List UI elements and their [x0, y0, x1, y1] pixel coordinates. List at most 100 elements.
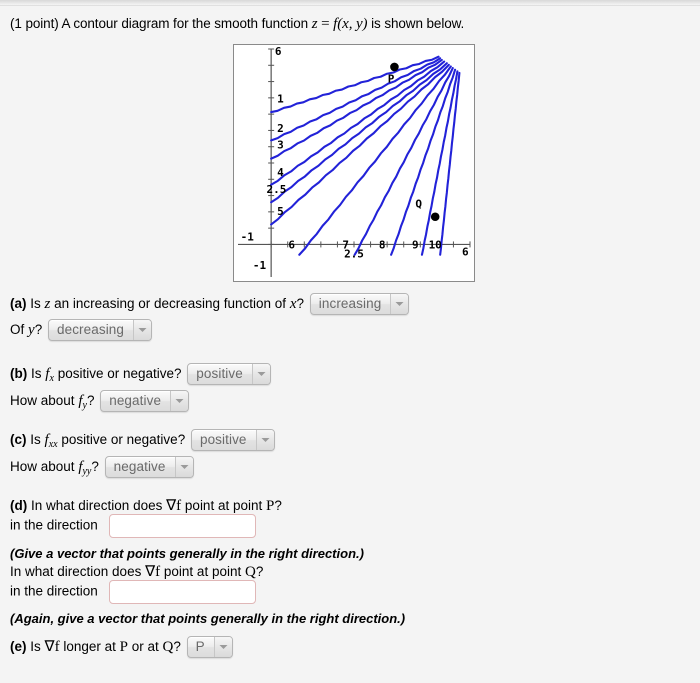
- chevron-down-icon: [255, 430, 274, 451]
- question-a-var-z: z: [44, 296, 51, 312]
- contour-label-9: 9: [412, 238, 419, 251]
- contour-label-8: 8: [379, 238, 386, 251]
- contour-label-2.5: 2.5: [267, 183, 287, 196]
- question-d-text1-mid: point at point: [184, 498, 263, 513]
- select-b-fy-value: negative: [109, 393, 162, 409]
- select-c-fyy-value: negative: [113, 459, 166, 475]
- question-d-qmark1: ?: [274, 498, 282, 513]
- question-d-text2-pre: In what direction does: [10, 564, 142, 579]
- contour-line-2: [270, 57, 442, 142]
- plot-point-label-Q: Q: [415, 198, 422, 211]
- question-b-line1: (b) Is fx positive or negative? positive: [10, 363, 273, 390]
- question-e-text-pre: Is: [30, 639, 41, 654]
- contour-line-9: [420, 70, 459, 256]
- question-b-text1-pre: Is: [31, 366, 42, 381]
- contour-label-3: 3: [277, 138, 284, 151]
- select-a-y-direction[interactable]: decreasing: [47, 319, 153, 342]
- question-d-label: (d): [10, 498, 28, 513]
- question-b-fx-sub: x: [49, 372, 54, 384]
- question-d-answer1-row: in the direction: [10, 514, 256, 538]
- chevron-down-icon: [213, 637, 232, 658]
- question-c-qmark: ?: [91, 459, 99, 474]
- question-c-line1: (c) Is fxx positive or negative? positiv…: [10, 429, 277, 456]
- contour-label-4: 4: [277, 166, 284, 179]
- points-label: (1 point): [10, 16, 59, 31]
- contour-line-7: [353, 67, 454, 256]
- question-d-text1-pre: In what direction does: [31, 498, 163, 513]
- question-b-text2-pre: How about: [10, 393, 75, 408]
- select-a-y-value: decreasing: [56, 322, 125, 338]
- prompt-text-after: is shown below.: [371, 16, 465, 31]
- direction-input-q[interactable]: [108, 580, 256, 604]
- question-e-point-p: P: [119, 639, 128, 655]
- question-a-var-y: y: [28, 322, 35, 338]
- contour-plot-svg: -12.5 66-112342.556 7 8 9 10PQ: [238, 45, 471, 277]
- gradient-symbol-e: ∇f: [44, 639, 60, 655]
- chevron-down-icon: [133, 320, 152, 341]
- contour-label-6: 6: [288, 238, 295, 251]
- chevron-down-icon: [170, 391, 189, 412]
- question-d-answer2-row: in the direction: [10, 580, 256, 604]
- direction-label-1: in the direction: [10, 517, 98, 533]
- select-c-fxx-sign[interactable]: positive: [190, 429, 275, 452]
- question-d-qmark2: ?: [255, 564, 264, 579]
- question-a-var-x: x: [289, 296, 297, 312]
- question-a-text1-post: an increasing or decreasing function of: [54, 296, 287, 311]
- question-a-text2-pre: Of: [10, 322, 25, 337]
- question-b-label: (b): [10, 366, 28, 381]
- question-a-qmark: ?: [296, 296, 305, 311]
- contour-label-7: 7: [342, 238, 349, 251]
- question-b-line2: How about fy? negative: [10, 390, 191, 417]
- plot-point-label-P: P: [388, 73, 395, 86]
- select-e-value: P: [195, 639, 205, 655]
- formula-z: z: [311, 16, 318, 32]
- y-axis-label-max: 6: [275, 45, 282, 58]
- question-e-text-or: or at: [131, 639, 159, 654]
- contour-label-1: 1: [277, 93, 284, 106]
- select-c-fxx-value: positive: [199, 432, 247, 448]
- gradient-symbol-q: ∇f: [145, 564, 161, 580]
- direction-label-2: in the direction: [10, 583, 98, 599]
- plot-point-Q: [430, 212, 440, 222]
- formula-equals: =: [321, 16, 330, 32]
- gradient-symbol-p: ∇f: [166, 498, 182, 514]
- select-b-fy-sign[interactable]: negative: [100, 390, 190, 413]
- contour-line-8: [390, 68, 457, 256]
- contour-diagram: -1 2.5 6 6 -1 1 2 3 4 2.5 5 6 7 8 9 10 P Q: [233, 44, 475, 282]
- direction-input-p[interactable]: [108, 514, 256, 538]
- question-c-fxx-sub: xx: [48, 438, 58, 450]
- plot-point-P: [390, 62, 399, 72]
- question-e-qmark: ?: [173, 639, 181, 654]
- select-b-fx-value: positive: [196, 366, 243, 382]
- question-a-qmark2: ?: [34, 322, 43, 337]
- problem-statement: (1 point) A contour diagram for the smoo…: [10, 16, 464, 33]
- prompt-text-before: A contour diagram for the smooth functio…: [61, 16, 309, 31]
- formula-args: (x, y): [337, 16, 368, 32]
- question-c-line2: How about fyy? negative: [10, 456, 196, 483]
- select-b-fx-sign[interactable]: positive: [187, 363, 271, 386]
- question-a-text1-pre: Is: [30, 296, 41, 311]
- select-e-longer-point[interactable]: P: [186, 636, 233, 659]
- question-a-line2: Of y? decreasing: [10, 319, 154, 342]
- question-d-note2: (Again, give a vector that points genera…: [10, 611, 406, 626]
- question-d-text2-mid: point at point: [163, 564, 242, 579]
- select-c-fyy-sign[interactable]: negative: [104, 456, 194, 479]
- question-b-qmark: ?: [86, 393, 95, 408]
- select-a-x-value: increasing: [318, 296, 382, 312]
- question-a-label: (a): [10, 296, 27, 311]
- question-e-text-mid: longer at: [63, 639, 116, 654]
- contour-label-5: 5: [277, 205, 284, 218]
- x-axis-label-max: 6: [462, 245, 469, 258]
- problem-page: (1 point) A contour diagram for the smoo…: [0, 6, 700, 683]
- question-a-line1: (a) Is z an increasing or decreasing fun…: [10, 293, 411, 316]
- contour-line-5: [270, 63, 450, 226]
- question-c-text2-pre: How about: [10, 459, 75, 474]
- chevron-down-icon: [174, 457, 193, 478]
- question-b-text1-post: positive or negative?: [57, 366, 182, 381]
- question-e-line: (e) Is ∇f longer at P or at Q? P: [10, 636, 235, 659]
- question-c-text1-post: positive or negative?: [61, 432, 186, 447]
- question-e-point-q: Q: [162, 639, 174, 655]
- contour-label-10: 10: [429, 238, 442, 251]
- select-a-x-direction[interactable]: increasing: [309, 293, 410, 316]
- x-axis-label-min: -1: [241, 230, 255, 243]
